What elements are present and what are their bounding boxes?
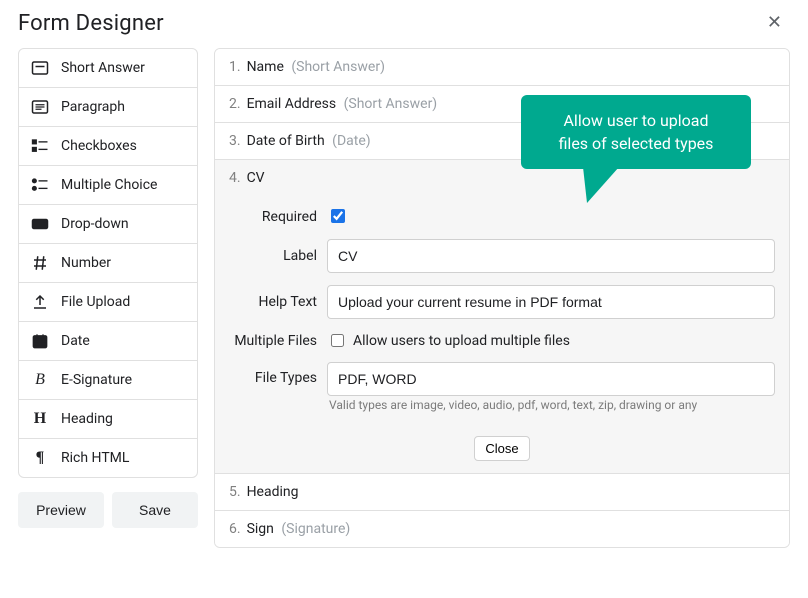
field-type: (Signature) — [281, 521, 350, 537]
field-number: 5. — [229, 484, 241, 500]
sidebar-item-number[interactable]: Number — [19, 243, 197, 282]
field-row-cv-expanded: 4. CV Required Label — [215, 160, 789, 474]
help-text-input[interactable] — [327, 285, 775, 319]
sidebar-item-label: Checkboxes — [61, 138, 137, 154]
sidebar-item-label: Drop-down — [61, 216, 129, 232]
preview-button[interactable]: Preview — [18, 492, 104, 528]
field-type: (Short Answer) — [344, 96, 438, 112]
heading-icon: H — [31, 410, 49, 428]
multiple-files-label: Multiple Files — [229, 333, 317, 349]
date-icon — [31, 332, 49, 350]
field-row-name[interactable]: 1. Name (Short Answer) — [215, 49, 789, 86]
file-upload-icon — [31, 293, 49, 311]
dropdown-icon — [31, 215, 49, 233]
close-field-button[interactable]: Close — [474, 436, 529, 461]
sidebar-item-file-upload[interactable]: File Upload — [19, 282, 197, 321]
help-text-label: Help Text — [229, 294, 317, 310]
field-number: 6. — [229, 521, 241, 537]
sidebar-item-label: Heading — [61, 411, 113, 427]
form-fields-panel: 1. Name (Short Answer) 2. Email Address (S… — [214, 48, 790, 548]
paragraph-icon — [31, 98, 49, 116]
label-input[interactable] — [327, 239, 775, 273]
save-button[interactable]: Save — [112, 492, 198, 528]
field-name: Sign — [247, 521, 274, 537]
required-checkbox[interactable] — [331, 209, 345, 223]
field-type: (Short Answer) — [291, 59, 385, 75]
field-name: Date of Birth — [247, 133, 325, 149]
file-types-input[interactable] — [327, 362, 775, 396]
rich-html-icon: ¶ — [31, 449, 49, 467]
close-icon[interactable]: ✕ — [761, 10, 788, 36]
field-name: CV — [247, 170, 265, 186]
file-types-label: File Types — [229, 362, 317, 386]
tooltip-tail — [583, 167, 619, 203]
label-label: Label — [229, 248, 317, 264]
field-number: 4. — [229, 170, 241, 186]
field-type-list: Short Answer Paragraph Checkboxes — [18, 48, 198, 478]
signature-icon: B — [31, 371, 49, 389]
number-icon — [31, 254, 49, 272]
required-label: Required — [229, 209, 317, 225]
sidebar-item-multiple-choice[interactable]: Multiple Choice — [19, 165, 197, 204]
field-number: 3. — [229, 133, 241, 149]
tooltip-line1: Allow user to upload — [563, 111, 708, 130]
multiple-files-checkbox[interactable] — [331, 334, 344, 347]
onboarding-tooltip: Allow user to upload files of selected t… — [521, 95, 751, 169]
field-type: (Date) — [332, 133, 370, 149]
sidebar-item-e-signature[interactable]: B E-Signature — [19, 360, 197, 399]
field-name: Name — [247, 59, 284, 75]
sidebar-item-label: Short Answer — [61, 60, 145, 76]
sidebar-item-label: Multiple Choice — [61, 177, 157, 193]
multiple-files-option-text: Allow users to upload multiple files — [353, 333, 570, 349]
sidebar: Short Answer Paragraph Checkboxes — [18, 48, 198, 548]
field-row-sign[interactable]: 6. Sign (Signature) — [215, 511, 789, 547]
sidebar-item-label: File Upload — [61, 294, 130, 310]
sidebar-item-label: Paragraph — [61, 99, 125, 115]
sidebar-item-label: E-Signature — [61, 372, 132, 388]
short-answer-icon — [31, 59, 49, 77]
checkboxes-icon — [31, 137, 49, 155]
sidebar-item-paragraph[interactable]: Paragraph — [19, 87, 197, 126]
sidebar-item-short-answer[interactable]: Short Answer — [19, 49, 197, 87]
sidebar-item-label: Number — [61, 255, 111, 271]
field-row-heading[interactable]: 5. Heading — [215, 474, 789, 511]
sidebar-item-heading[interactable]: H Heading — [19, 399, 197, 438]
page-title: Form Designer — [18, 11, 164, 36]
sidebar-item-drop-down[interactable]: Drop-down — [19, 204, 197, 243]
sidebar-item-label: Date — [61, 333, 90, 349]
file-types-hint: Valid types are image, video, audio, pdf… — [327, 396, 775, 416]
tooltip-line2: files of selected types — [559, 134, 714, 153]
sidebar-item-label: Rich HTML — [61, 450, 129, 466]
sidebar-item-date[interactable]: Date — [19, 321, 197, 360]
field-number: 1. — [229, 59, 241, 75]
multiple-choice-icon — [31, 176, 49, 194]
sidebar-item-rich-html[interactable]: ¶ Rich HTML — [19, 438, 197, 477]
field-name: Heading — [247, 484, 299, 500]
field-name: Email Address — [247, 96, 337, 112]
field-number: 2. — [229, 96, 241, 112]
sidebar-item-checkboxes[interactable]: Checkboxes — [19, 126, 197, 165]
